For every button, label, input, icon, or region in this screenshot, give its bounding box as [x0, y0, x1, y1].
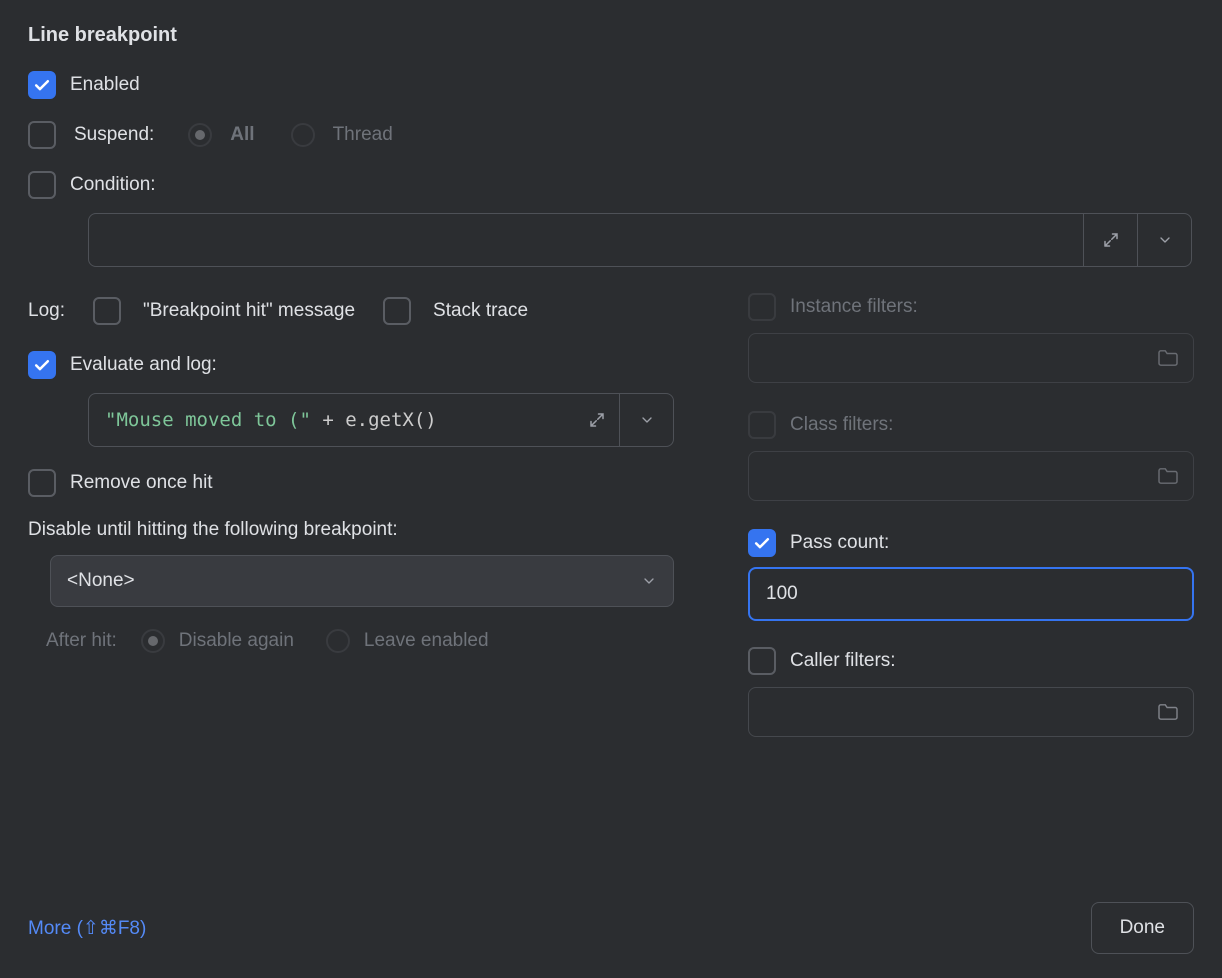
suspend-thread-label: Thread: [333, 124, 393, 146]
instancefilters-label: Instance filters:: [790, 296, 918, 318]
chevron-down-icon: [639, 412, 655, 428]
passcount-checkbox[interactable]: [748, 529, 776, 557]
suspend-label: Suspend:: [74, 124, 154, 146]
evallog-value[interactable]: "Mouse moved to (" + e.getX(): [89, 409, 575, 431]
disableuntil-label: Disable until hitting the following brea…: [28, 519, 688, 541]
log-bphit-label: "Breakpoint hit" message: [143, 300, 355, 322]
condition-checkbox[interactable]: [28, 171, 56, 199]
evallog-field[interactable]: "Mouse moved to (" + e.getX(): [88, 393, 674, 447]
suspend-all-radio[interactable]: [188, 123, 212, 147]
afterhit-disable-radio[interactable]: [141, 629, 165, 653]
folder-icon: [1157, 703, 1179, 721]
callerfilters-label: Caller filters:: [790, 650, 896, 672]
passcount-value[interactable]: 100: [750, 583, 1192, 605]
expand-icon: [1102, 231, 1120, 249]
done-button[interactable]: Done: [1091, 902, 1194, 954]
evallog-checkbox[interactable]: [28, 351, 56, 379]
condition-field[interactable]: [88, 213, 1192, 267]
classfilters-label: Class filters:: [790, 414, 893, 436]
log-bphit-checkbox[interactable]: [93, 297, 121, 325]
afterhit-leave-label: Leave enabled: [364, 630, 489, 652]
afterhit-label: After hit:: [46, 630, 117, 652]
passcount-label: Pass count:: [790, 532, 889, 554]
code-identifier: e.getX(): [345, 409, 437, 431]
removeonce-label: Remove once hit: [70, 472, 213, 494]
folder-icon: [1157, 349, 1179, 367]
code-operator: +: [311, 409, 345, 431]
passcount-field[interactable]: 100: [748, 567, 1194, 621]
condition-label: Condition:: [70, 174, 156, 196]
callerfilters-field[interactable]: [748, 687, 1194, 737]
enabled-label: Enabled: [70, 74, 140, 96]
log-stack-label: Stack trace: [433, 300, 528, 322]
log-label: Log:: [28, 300, 65, 322]
chevron-down-icon: [641, 573, 657, 589]
folder-icon: [1157, 467, 1179, 485]
classfilters-field[interactable]: [748, 451, 1194, 501]
instancefilters-field[interactable]: [748, 333, 1194, 383]
callerfilters-checkbox[interactable]: [748, 647, 776, 675]
dialog-title: Line breakpoint: [28, 24, 1194, 47]
log-stack-checkbox[interactable]: [383, 297, 411, 325]
condition-expand-button[interactable]: [1083, 214, 1137, 266]
disableuntil-select[interactable]: <None>: [50, 555, 674, 607]
more-link[interactable]: More (⇧⌘F8): [28, 917, 146, 940]
evallog-history-button[interactable]: [619, 394, 673, 446]
instancefilters-checkbox[interactable]: [748, 293, 776, 321]
chevron-down-icon: [1157, 232, 1173, 248]
removeonce-checkbox[interactable]: [28, 469, 56, 497]
afterhit-leave-radio[interactable]: [326, 629, 350, 653]
expand-icon: [588, 411, 606, 429]
suspend-thread-radio[interactable]: [291, 123, 315, 147]
enabled-checkbox[interactable]: [28, 71, 56, 99]
evallog-expand-button[interactable]: [575, 411, 619, 429]
code-string: "Mouse moved to (": [105, 409, 311, 431]
classfilters-checkbox[interactable]: [748, 411, 776, 439]
suspend-all-label: All: [230, 124, 254, 146]
evallog-label: Evaluate and log:: [70, 354, 217, 376]
afterhit-disable-label: Disable again: [179, 630, 294, 652]
suspend-checkbox[interactable]: [28, 121, 56, 149]
disableuntil-value: <None>: [67, 570, 641, 592]
condition-history-button[interactable]: [1137, 214, 1191, 266]
